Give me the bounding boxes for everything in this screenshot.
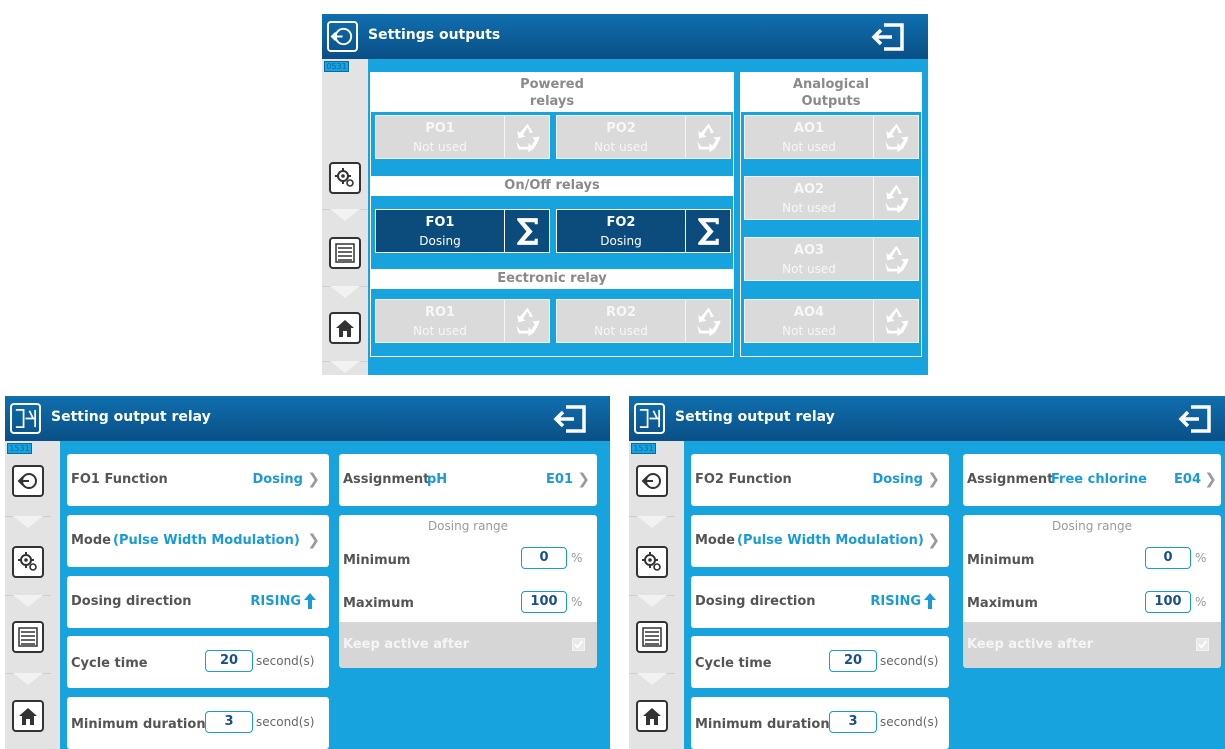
home-icon: [336, 320, 354, 337]
title-bar: Setting output relay: [5, 396, 610, 441]
sidebar: 1531: [629, 441, 684, 749]
home-button[interactable]: [12, 700, 44, 732]
tile-po2[interactable]: PO2 Not used: [556, 115, 731, 159]
mode-row[interactable]: Mode (Pulse Width Modulation) ❯: [67, 515, 329, 567]
analog-outputs-header: Analogical Outputs: [741, 73, 921, 112]
exit-icon[interactable]: [870, 21, 910, 53]
screen-code-tab: 1531: [7, 443, 32, 454]
chevron-right-icon: ❯: [577, 470, 590, 488]
settings-outputs-screen: Settings outputs 0531 Powered relays PO1…: [322, 14, 928, 375]
sidebar: 1531: [5, 441, 60, 749]
title-bar: Settings outputs: [322, 14, 928, 59]
exit-icon[interactable]: [1177, 403, 1217, 435]
arrow-up-icon: [304, 593, 316, 609]
sigma-icon: [517, 218, 538, 245]
screen-code-tab: 1531: [631, 443, 656, 454]
cycle-time-input[interactable]: 20: [205, 650, 253, 672]
keep-active-row[interactable]: Keep active after: [339, 622, 597, 668]
relay-settings-icon: [634, 403, 665, 434]
electronic-relay-header: Eectronic relay: [371, 269, 733, 289]
exit-icon[interactable]: [552, 403, 592, 435]
gear-icon: [18, 552, 37, 571]
tile-ro1[interactable]: RO1 Not used: [375, 299, 550, 343]
cycle-time-row: Cycle time 20 second(s): [691, 636, 949, 688]
tile-fo2[interactable]: FO2 Dosing: [556, 209, 731, 253]
tile-ao4[interactable]: AO4 Not used: [744, 299, 919, 343]
minimum-input[interactable]: 0: [521, 547, 567, 569]
tile-ao2[interactable]: AO2 Not used: [744, 176, 919, 220]
minimum-duration-row: Minimum duration 3 second(s): [67, 697, 329, 749]
tile-fo1[interactable]: FO1 Dosing: [375, 209, 550, 253]
powered-relays-header: Powered relays: [371, 73, 733, 112]
home-icon: [643, 708, 661, 725]
arrow-up-icon: [924, 593, 936, 609]
minimum-duration-input[interactable]: 3: [829, 711, 877, 733]
relay-settings-icon: [10, 403, 41, 434]
minimum-input[interactable]: 0: [1145, 547, 1191, 569]
function-row[interactable]: FO1 Function Dosing ❯: [67, 454, 329, 506]
tile-ao1[interactable]: AO1 Not used: [744, 115, 919, 159]
recycle-icon: [885, 307, 909, 337]
keep-active-row[interactable]: Keep active after: [963, 622, 1221, 668]
back-circle-icon: [17, 473, 37, 489]
page-title: Setting output relay: [675, 409, 835, 425]
recycle-icon: [516, 123, 540, 153]
function-row[interactable]: FO2 Function Dosing ❯: [691, 454, 949, 506]
output-relay-screen-fo1: Setting output relay 1531 FO1 Function D…: [5, 396, 610, 749]
home-icon: [19, 708, 37, 725]
tile-ro2[interactable]: RO2 Not used: [556, 299, 731, 343]
checkbox-checked-icon[interactable]: [1196, 638, 1209, 651]
maximum-input[interactable]: 100: [521, 591, 567, 613]
tile-po1[interactable]: PO1 Not used: [375, 115, 550, 159]
checkbox-checked-icon[interactable]: [572, 638, 585, 651]
chevron-right-icon: ❯: [1204, 470, 1217, 488]
settings-gear-button[interactable]: [12, 546, 44, 578]
screen-code-tab: 0531: [324, 61, 349, 72]
home-button[interactable]: [636, 700, 668, 732]
onoff-relays-header: On/Off relays: [371, 176, 733, 196]
chevron-right-icon: ❯: [927, 470, 940, 488]
gear-icon: [642, 552, 661, 571]
list-icon: [335, 243, 355, 263]
recycle-icon: [697, 307, 721, 337]
list-menu-button[interactable]: [12, 621, 44, 653]
chevron-right-icon: ❯: [927, 531, 940, 549]
sigma-icon: [698, 218, 719, 245]
assignment-row[interactable]: Assignment Free chlorine E04 ❯: [963, 454, 1221, 506]
title-bar: Setting output relay: [629, 396, 1225, 441]
output-relay-screen-fo2: Setting output relay 1531 FO2 Function D…: [629, 396, 1225, 749]
dosing-direction-row[interactable]: Dosing direction RISING: [691, 576, 949, 628]
chevron-right-icon: ❯: [307, 531, 320, 549]
mode-row[interactable]: Mode (Pulse Width Modulation) ❯: [691, 515, 949, 567]
gear-icon: [335, 168, 354, 187]
list-icon: [18, 627, 38, 647]
sidebar: 0531: [322, 59, 368, 375]
cycle-time-row: Cycle time 20 second(s): [67, 636, 329, 688]
list-icon: [642, 627, 662, 647]
recycle-icon: [885, 245, 909, 275]
back-button[interactable]: [636, 465, 668, 497]
list-menu-button[interactable]: [329, 237, 361, 269]
settings-gear-button[interactable]: [329, 162, 361, 194]
list-menu-button[interactable]: [636, 621, 668, 653]
recycle-icon: [516, 307, 540, 337]
cycle-time-input[interactable]: 20: [829, 650, 877, 672]
back-circle-icon[interactable]: [327, 21, 358, 52]
page-title: Setting output relay: [51, 409, 211, 425]
page-title: Settings outputs: [368, 27, 501, 43]
assignment-row[interactable]: Assignment pH E01 ❯: [339, 454, 597, 506]
chevron-right-icon: ❯: [307, 470, 320, 488]
back-circle-icon: [641, 473, 661, 489]
back-button[interactable]: [12, 465, 44, 497]
minimum-duration-input[interactable]: 3: [205, 711, 253, 733]
home-button[interactable]: [329, 312, 361, 344]
minimum-duration-row: Minimum duration 3 second(s): [691, 697, 949, 749]
recycle-icon: [885, 184, 909, 214]
maximum-input[interactable]: 100: [1145, 591, 1191, 613]
settings-gear-button[interactable]: [636, 546, 668, 578]
recycle-icon: [697, 123, 721, 153]
dosing-direction-row[interactable]: Dosing direction RISING: [67, 576, 329, 628]
tile-ao3[interactable]: AO3 Not used: [744, 237, 919, 281]
recycle-icon: [885, 123, 909, 153]
